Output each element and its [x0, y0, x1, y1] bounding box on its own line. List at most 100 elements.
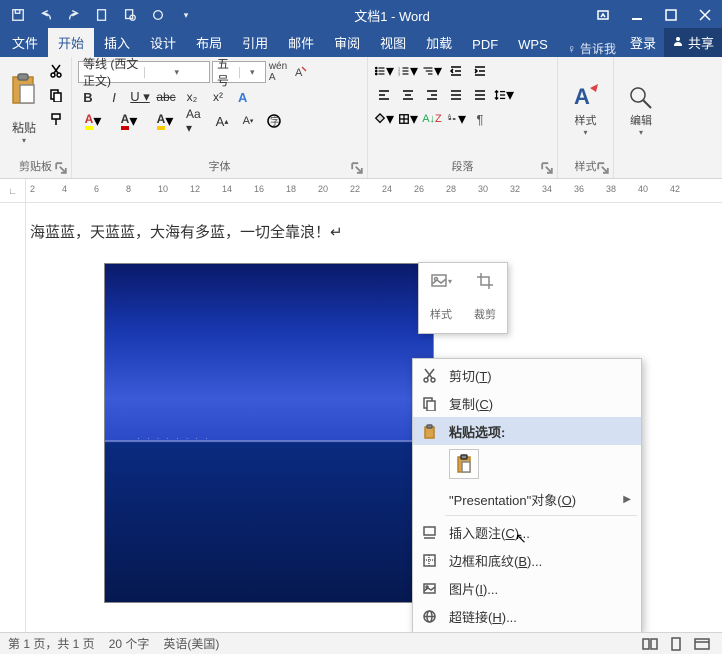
text-effects-button[interactable]: A [234, 87, 254, 107]
qat-customize-dropdown[interactable]: ▾ [174, 3, 198, 27]
shrink-font-button[interactable]: A▾ [238, 111, 258, 131]
svg-text:A: A [238, 90, 248, 105]
close-button[interactable] [688, 0, 722, 30]
group-paragraph: ▾ 123▾ ▾ ▾ ▾ ▾ A↓Z A▾ ¶ [368, 57, 558, 178]
enclose-characters-button[interactable]: 字 [264, 111, 284, 131]
strikethrough-button[interactable]: abc [156, 87, 176, 107]
sort-button[interactable]: A↓Z [422, 109, 442, 129]
tab-pdf[interactable]: PDF [462, 32, 508, 57]
crop-icon[interactable] [474, 270, 496, 292]
share-button[interactable]: 共享 [664, 28, 722, 57]
page-indicator[interactable]: 第 1 页，共 1 页 [8, 635, 95, 652]
shading-button[interactable]: ▾ [374, 109, 394, 129]
hyperlink-icon [417, 609, 441, 624]
maximize-button[interactable] [654, 0, 688, 30]
bullets-button[interactable]: ▾ [374, 61, 394, 81]
numbering-button[interactable]: 123▾ [398, 61, 418, 81]
paragraph-launcher[interactable] [541, 162, 553, 174]
ctx-paste-options[interactable]: 粘贴选项: [413, 417, 641, 445]
ribbon-display-button[interactable] [586, 0, 620, 30]
ctx-cut[interactable]: 剪切(T) [413, 361, 641, 389]
tab-references[interactable]: 引用 [232, 28, 278, 57]
body-text[interactable]: 海蓝蓝，天蓝蓝，大海有多蓝，一切全靠浪！↵ [30, 221, 718, 242]
ruler-tick: 20 [318, 184, 328, 194]
show-hide-button[interactable]: ¶ [470, 109, 490, 129]
align-left-button[interactable] [374, 85, 394, 105]
font-launcher[interactable] [351, 162, 363, 174]
print-preview-button[interactable] [118, 3, 142, 27]
horizontal-ruler[interactable]: ∟ 24681012141618202224262830323436384042 [0, 179, 722, 203]
ctx-hyperlink-label: 超链接(H)... [449, 607, 631, 626]
clipboard-launcher[interactable] [55, 162, 67, 174]
chevron-right-icon: ▶ [623, 494, 631, 505]
tab-mailings[interactable]: 邮件 [278, 28, 324, 57]
tab-review[interactable]: 审阅 [324, 28, 370, 57]
align-center-button[interactable] [398, 85, 418, 105]
phonetic-guide-button[interactable]: wénA [268, 62, 288, 82]
font-color-button[interactable]: A ▾ [114, 111, 144, 131]
format-painter-button[interactable] [46, 109, 66, 129]
align-right-button[interactable] [422, 85, 442, 105]
tab-home[interactable]: 开始 [48, 28, 94, 57]
decrease-indent-button[interactable] [446, 61, 466, 81]
ctx-insert-caption[interactable]: 插入题注(C)... [413, 518, 641, 546]
picture-styles-icon[interactable]: ▾ [430, 270, 452, 292]
distributed-button[interactable] [470, 85, 490, 105]
ctx-picture[interactable]: 图片(I)... [413, 574, 641, 602]
styles-launcher[interactable] [597, 162, 609, 174]
change-case-button[interactable]: Aa ▾ [186, 111, 206, 131]
copy-button[interactable] [46, 85, 66, 105]
line-spacing-button[interactable]: ▾ [494, 85, 514, 105]
ruler-tick: 10 [158, 184, 168, 194]
paste-keep-source-button[interactable] [449, 449, 479, 479]
ctx-borders-shading[interactable]: 边框和底纹(B)... [413, 546, 641, 574]
sign-in-button[interactable]: 登录 [622, 28, 664, 57]
tell-me-search[interactable]: ♀ 告诉我 [561, 40, 622, 57]
font-size-combo[interactable]: 五号▾ [212, 61, 266, 83]
italic-button[interactable]: I [104, 87, 124, 107]
ruler-tick: 34 [542, 184, 552, 194]
word-count[interactable]: 20 个字 [109, 635, 150, 652]
styles-button[interactable]: A 样式 ▾ [570, 61, 602, 156]
ruler-tick: 36 [574, 184, 584, 194]
vertical-ruler[interactable] [0, 203, 26, 632]
minimize-button[interactable] [620, 0, 654, 30]
tab-view[interactable]: 视图 [370, 28, 416, 57]
increase-indent-button[interactable] [470, 61, 490, 81]
tab-design[interactable]: 设计 [140, 28, 186, 57]
justify-button[interactable] [446, 85, 466, 105]
read-mode-button[interactable] [638, 635, 662, 653]
new-button[interactable] [90, 3, 114, 27]
print-layout-button[interactable] [664, 635, 688, 653]
tab-wps[interactable]: WPS [508, 32, 558, 57]
cut-button[interactable] [46, 61, 66, 81]
tab-file[interactable]: 文件 [2, 28, 48, 57]
inserted-image[interactable]: · · · · · · · · [104, 263, 434, 603]
save-button[interactable] [6, 3, 30, 27]
undo-button[interactable] [34, 3, 58, 27]
web-layout-button[interactable] [690, 635, 714, 653]
highlight-button[interactable]: A ▾ [78, 111, 108, 131]
character-shading-button[interactable]: A ▾ [150, 111, 180, 131]
borders-button[interactable]: ▾ [398, 109, 418, 129]
ctx-presentation-object[interactable]: "Presentation"对象(O) ▶ [413, 485, 641, 513]
touch-mode-button[interactable] [146, 3, 170, 27]
redo-button[interactable] [62, 3, 86, 27]
superscript-button[interactable]: x² [208, 87, 228, 107]
clear-formatting-button[interactable]: A [290, 62, 310, 82]
font-name-combo[interactable]: 等线 (西文正文)▾ [78, 61, 210, 83]
paste-button[interactable]: 粘贴 ▾ [6, 61, 42, 156]
tab-insert[interactable]: 插入 [94, 28, 140, 57]
subscript-button[interactable]: x₂ [182, 87, 202, 107]
ctx-copy[interactable]: 复制(C) [413, 389, 641, 417]
tab-addins[interactable]: 加载 [416, 28, 462, 57]
underline-button[interactable]: U ▾ [130, 87, 150, 107]
ctx-hyperlink[interactable]: 超链接(H)... [413, 602, 641, 630]
tab-layout[interactable]: 布局 [186, 28, 232, 57]
grow-font-button[interactable]: A▴ [212, 111, 232, 131]
editing-button[interactable]: 编辑 ▾ [627, 61, 655, 160]
multilevel-list-button[interactable]: ▾ [422, 61, 442, 81]
asian-layout-button[interactable]: A▾ [446, 109, 466, 129]
bold-button[interactable]: B [78, 87, 98, 107]
language-indicator[interactable]: 英语(美国) [163, 635, 219, 652]
